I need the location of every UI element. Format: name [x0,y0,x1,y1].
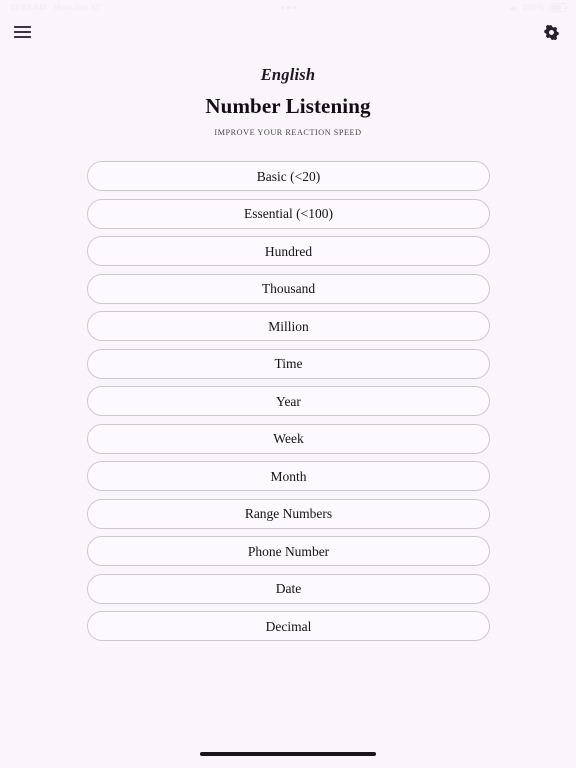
dot-icon [280,5,284,9]
mode-button-label: Month [270,468,307,484]
hamburger-line [14,31,31,33]
mode-button[interactable]: Range Numbers [87,498,490,529]
mode-button[interactable]: Phone Number [87,536,490,567]
mode-button-label: Year [276,393,301,409]
dot-icon [292,5,296,9]
mode-button[interactable]: Thousand [87,273,490,304]
mode-button[interactable]: Hundred [87,236,490,267]
mode-button-label: Hundred [264,243,313,259]
status-bar-right: ☁ 100% [508,1,568,12]
page-header: English Number Listening IMPROVE YOUR RE… [0,50,576,137]
mode-button[interactable]: Week [87,423,490,454]
status-bar-time: 11:53 AM [10,2,47,12]
battery-icon [549,2,568,12]
mode-list: Basic (<20) Essential (<100) Hundred Thousa… [0,137,576,740]
status-bar: 11:53 AM Mon Jun 17 ☁ 100% [0,0,576,14]
mode-button-label: Essential (<100) [244,206,333,221]
mode-button-label: Thousand [261,281,316,296]
mode-button-label: Decimal [265,618,312,634]
home-indicator[interactable] [200,752,376,756]
language-title: English [260,65,316,84]
home-indicator-area [0,740,576,768]
hamburger-line [14,35,31,38]
gear-icon[interactable] [538,19,564,45]
mode-button[interactable]: Basic (<20) [87,161,490,192]
nav-bar [0,14,576,50]
mode-button[interactable]: Million [87,311,490,342]
status-bar-left: 11:53 AM Mon Jun 17 [10,2,100,12]
mode-button[interactable]: Essential (<100) [87,198,490,229]
mode-button[interactable]: Decimal [87,611,490,642]
mode-button-label: Date [275,581,302,596]
battery-fill [551,4,561,10]
mode-button-label: Time [274,356,303,371]
hamburger-menu-icon[interactable] [12,19,38,45]
mode-button[interactable]: Year [87,386,490,417]
wifi-icon: ☁ [508,1,518,12]
mode-button[interactable]: Date [87,573,490,604]
mode-button-label: Phone Number [247,543,330,559]
page-subtitle: IMPROVE YOUR REACTION SPEED [214,128,362,138]
battery-percent-label: 100% [522,2,544,12]
mode-button-label: Range Numbers [244,506,333,521]
mode-button-label: Million [268,318,309,334]
status-bar-date: Mon Jun 17 [53,2,101,12]
page-title: Number Listening [205,94,371,119]
app-root: 11:53 AM Mon Jun 17 ☁ 100% English Numbe… [0,0,576,768]
mode-button[interactable]: Time [87,348,490,379]
dot-icon [286,5,290,9]
gear-icon-svg [543,24,559,40]
mode-button-label: Week [273,431,304,446]
hamburger-line [14,26,31,29]
mode-button[interactable]: Month [87,461,490,492]
mode-button-label: Basic (<20) [256,168,321,184]
